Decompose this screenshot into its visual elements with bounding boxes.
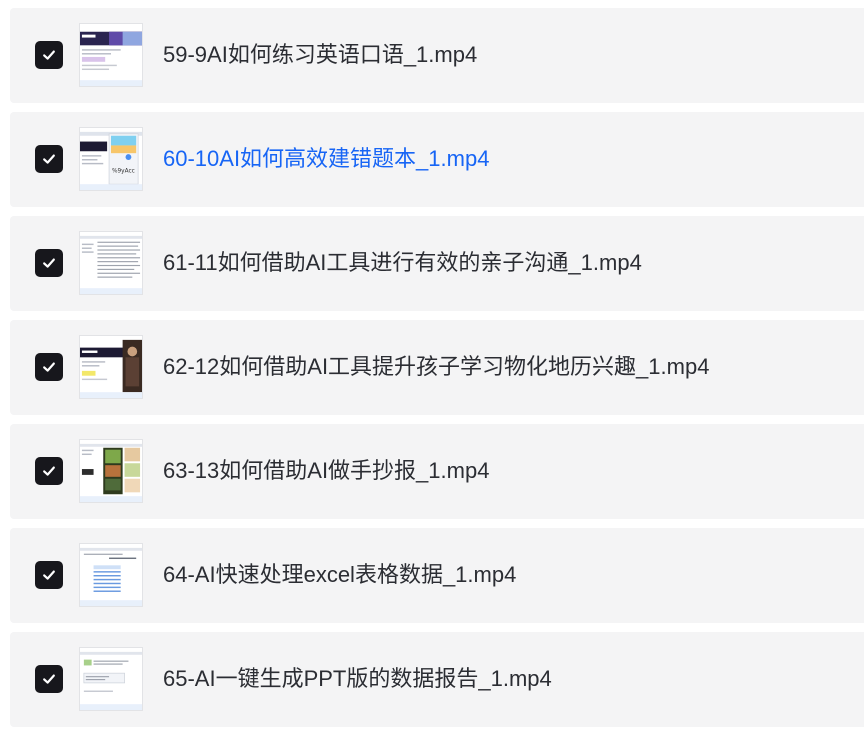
file-row[interactable]: 62-12如何借助AI工具提升孩子学习物化地历兴趣_1.mp4 (10, 320, 864, 415)
file-name[interactable]: 61-11如何借助AI工具进行有效的亲子沟通_1.mp4 (163, 249, 642, 277)
video-thumbnail (79, 543, 143, 607)
video-thumbnail (79, 647, 143, 711)
file-checkbox[interactable] (35, 353, 63, 381)
file-name[interactable]: 59-9AI如何练习英语口语_1.mp4 (163, 41, 477, 69)
file-name[interactable]: 63-13如何借助AI做手抄报_1.mp4 (163, 457, 489, 485)
file-checkbox[interactable] (35, 665, 63, 693)
file-checkbox[interactable] (35, 41, 63, 69)
video-thumbnail (79, 335, 143, 399)
video-thumbnail (79, 231, 143, 295)
file-row[interactable]: 59-9AI如何练习英语口语_1.mp4 (10, 8, 864, 103)
check-icon (43, 674, 55, 684)
file-checkbox[interactable] (35, 457, 63, 485)
file-name[interactable]: 60-10AI如何高效建错题本_1.mp4 (163, 145, 489, 173)
check-icon (43, 50, 55, 60)
check-icon (43, 258, 55, 268)
file-row[interactable]: 61-11如何借助AI工具进行有效的亲子沟通_1.mp4 (10, 216, 864, 311)
check-icon (43, 466, 55, 476)
check-icon (43, 362, 55, 372)
file-name[interactable]: 62-12如何借助AI工具提升孩子学习物化地历兴趣_1.mp4 (163, 353, 709, 381)
video-thumbnail (79, 23, 143, 87)
file-checkbox[interactable] (35, 145, 63, 173)
file-row[interactable]: 65-AI一键生成PPT版的数据报告_1.mp4 (10, 632, 864, 727)
file-name[interactable]: 65-AI一键生成PPT版的数据报告_1.mp4 (163, 665, 552, 693)
check-icon (43, 154, 55, 164)
file-checkbox[interactable] (35, 561, 63, 589)
file-checkbox[interactable] (35, 249, 63, 277)
file-row[interactable]: %9yAcc 60-10AI如何高效建错题本_1.mp4 (10, 112, 864, 207)
video-thumbnail (79, 439, 143, 503)
check-icon (43, 570, 55, 580)
svg-text:%9yAcc: %9yAcc (112, 169, 135, 175)
file-row[interactable]: 64-AI快速处理excel表格数据_1.mp4 (10, 528, 864, 623)
file-name[interactable]: 64-AI快速处理excel表格数据_1.mp4 (163, 561, 516, 589)
video-thumbnail: %9yAcc (79, 127, 143, 191)
file-list: 59-9AI如何练习英语口语_1.mp4 %9yAcc 60-10AI如何高效建… (10, 8, 864, 736)
file-row[interactable]: 63-13如何借助AI做手抄报_1.mp4 (10, 424, 864, 519)
